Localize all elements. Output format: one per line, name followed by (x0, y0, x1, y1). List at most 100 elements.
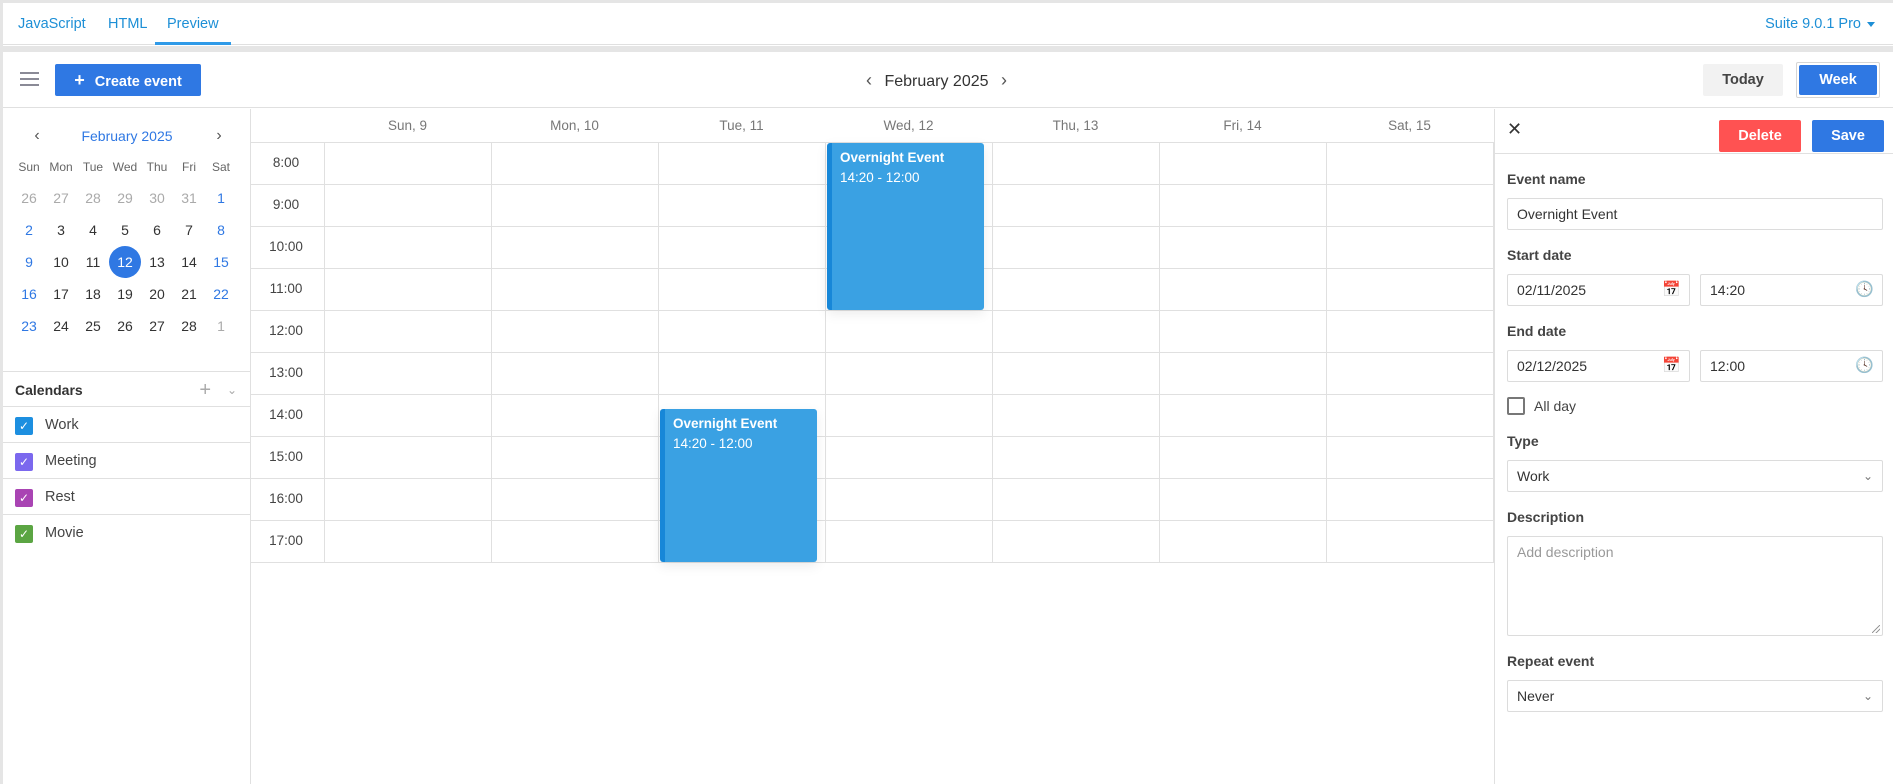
time-slot[interactable] (1326, 479, 1493, 521)
mini-calendar-day[interactable]: 29 (109, 182, 141, 214)
time-slot[interactable] (324, 227, 491, 269)
checkbox-icon[interactable] (1507, 397, 1525, 415)
time-slot[interactable] (992, 353, 1159, 395)
chevron-right-icon[interactable]: › (209, 124, 229, 148)
time-slot[interactable] (491, 353, 658, 395)
time-slot[interactable] (324, 269, 491, 311)
time-slot[interactable] (1159, 479, 1326, 521)
time-slot[interactable] (1326, 269, 1493, 311)
mini-calendar-day[interactable]: 2 (13, 214, 45, 246)
time-slot[interactable] (324, 437, 491, 479)
time-slot[interactable] (491, 311, 658, 353)
mini-calendar-day[interactable]: 8 (205, 214, 237, 246)
suite-version-dropdown[interactable]: Suite 9.0.1 Pro (1765, 3, 1875, 45)
time-slot[interactable] (324, 311, 491, 353)
time-slot[interactable] (992, 269, 1159, 311)
mini-calendar-day[interactable]: 15 (205, 246, 237, 278)
chevron-left-icon[interactable]: ‹ (858, 64, 880, 96)
time-slot[interactable] (324, 521, 491, 563)
time-slot[interactable] (992, 311, 1159, 353)
plus-icon[interactable]: + (199, 372, 211, 408)
time-slot[interactable] (324, 185, 491, 227)
mini-calendar-title[interactable]: February 2025 (81, 128, 172, 144)
mini-calendar-day[interactable]: 26 (13, 182, 45, 214)
time-slot[interactable] (491, 437, 658, 479)
checkbox-icon[interactable]: ✓ (15, 417, 33, 435)
time-slot[interactable] (658, 185, 825, 227)
mini-calendar-day[interactable]: 23 (13, 310, 45, 342)
mini-calendar-day[interactable]: 11 (77, 246, 109, 278)
time-slot[interactable] (825, 395, 992, 437)
mini-calendar-day[interactable]: 28 (173, 310, 205, 342)
time-slot[interactable] (825, 353, 992, 395)
chevron-left-icon[interactable]: ‹ (27, 124, 47, 148)
time-slot[interactable] (992, 185, 1159, 227)
mini-calendar-day[interactable]: 30 (141, 182, 173, 214)
clock-icon[interactable]: 🕓 (1855, 275, 1874, 305)
clock-icon[interactable]: 🕓 (1855, 351, 1874, 381)
mini-calendar-day[interactable]: 24 (45, 310, 77, 342)
calendar-icon[interactable]: 📅 (1662, 351, 1681, 381)
time-slot[interactable] (992, 521, 1159, 563)
time-slot[interactable] (992, 437, 1159, 479)
time-slot[interactable] (658, 143, 825, 185)
calendar-item-meeting[interactable]: ✓ Meeting (3, 443, 251, 479)
today-button[interactable]: Today (1703, 64, 1783, 96)
time-slot[interactable] (491, 143, 658, 185)
time-slot[interactable] (825, 437, 992, 479)
event-block[interactable]: Overnight Event 14:20 - 12:00 (827, 143, 984, 310)
mini-calendar-day[interactable]: 13 (141, 246, 173, 278)
delete-button[interactable]: Delete (1719, 120, 1801, 152)
hamburger-icon[interactable] (20, 72, 39, 86)
time-slot[interactable] (491, 269, 658, 311)
resize-handle-icon[interactable] (1872, 625, 1880, 633)
time-slot[interactable] (1326, 353, 1493, 395)
mini-calendar-day[interactable]: 1 (205, 182, 237, 214)
time-slot[interactable] (324, 395, 491, 437)
mini-calendar-day[interactable]: 14 (173, 246, 205, 278)
time-slot[interactable] (1326, 185, 1493, 227)
mini-calendar-day[interactable]: 28 (77, 182, 109, 214)
time-slot[interactable] (491, 479, 658, 521)
time-slot[interactable] (491, 395, 658, 437)
time-slot[interactable] (1326, 311, 1493, 353)
calendar-item-movie[interactable]: ✓ Movie (3, 515, 251, 551)
time-slot[interactable] (658, 227, 825, 269)
type-select[interactable]: Work ⌄ (1507, 460, 1883, 492)
mini-calendar-day[interactable]: 22 (205, 278, 237, 310)
time-slot[interactable] (1159, 353, 1326, 395)
time-slot[interactable] (992, 143, 1159, 185)
mini-calendar-day[interactable]: 1 (205, 310, 237, 342)
mini-calendar-day[interactable]: 21 (173, 278, 205, 310)
time-slot[interactable] (1326, 227, 1493, 269)
calendar-item-work[interactable]: ✓ Work (3, 407, 251, 443)
mini-calendar-day[interactable]: 17 (45, 278, 77, 310)
mini-calendar-day[interactable]: 27 (141, 310, 173, 342)
mini-calendar-day[interactable]: 5 (109, 214, 141, 246)
mini-calendar-day[interactable]: 18 (77, 278, 109, 310)
time-slot[interactable] (324, 479, 491, 521)
checkbox-icon[interactable]: ✓ (15, 453, 33, 471)
end-time-input[interactable]: 12:00 🕓 (1700, 350, 1883, 382)
mini-calendar-day[interactable]: 19 (109, 278, 141, 310)
tab-html[interactable]: HTML (96, 3, 159, 45)
time-slot[interactable] (491, 521, 658, 563)
time-slot[interactable] (1326, 143, 1493, 185)
time-slot[interactable] (324, 353, 491, 395)
all-day-checkbox[interactable]: All day (1507, 396, 1883, 416)
description-textarea[interactable]: Add description (1507, 536, 1883, 636)
mini-calendar-day[interactable]: 3 (45, 214, 77, 246)
create-event-button[interactable]: + Create event (55, 64, 201, 96)
mini-calendar-day[interactable]: 7 (173, 214, 205, 246)
end-date-input[interactable]: 02/12/2025 📅 (1507, 350, 1690, 382)
mini-calendar-day[interactable]: 4 (77, 214, 109, 246)
mini-calendar-day[interactable]: 27 (45, 182, 77, 214)
time-slot[interactable] (1326, 521, 1493, 563)
save-button[interactable]: Save (1812, 120, 1884, 152)
time-slot[interactable] (825, 479, 992, 521)
tab-preview[interactable]: Preview (155, 3, 231, 45)
start-date-input[interactable]: 02/11/2025 📅 (1507, 274, 1690, 306)
mini-calendar-day[interactable]: 31 (173, 182, 205, 214)
checkbox-icon[interactable]: ✓ (15, 525, 33, 543)
mini-calendar-day[interactable]: 12 (109, 246, 141, 278)
